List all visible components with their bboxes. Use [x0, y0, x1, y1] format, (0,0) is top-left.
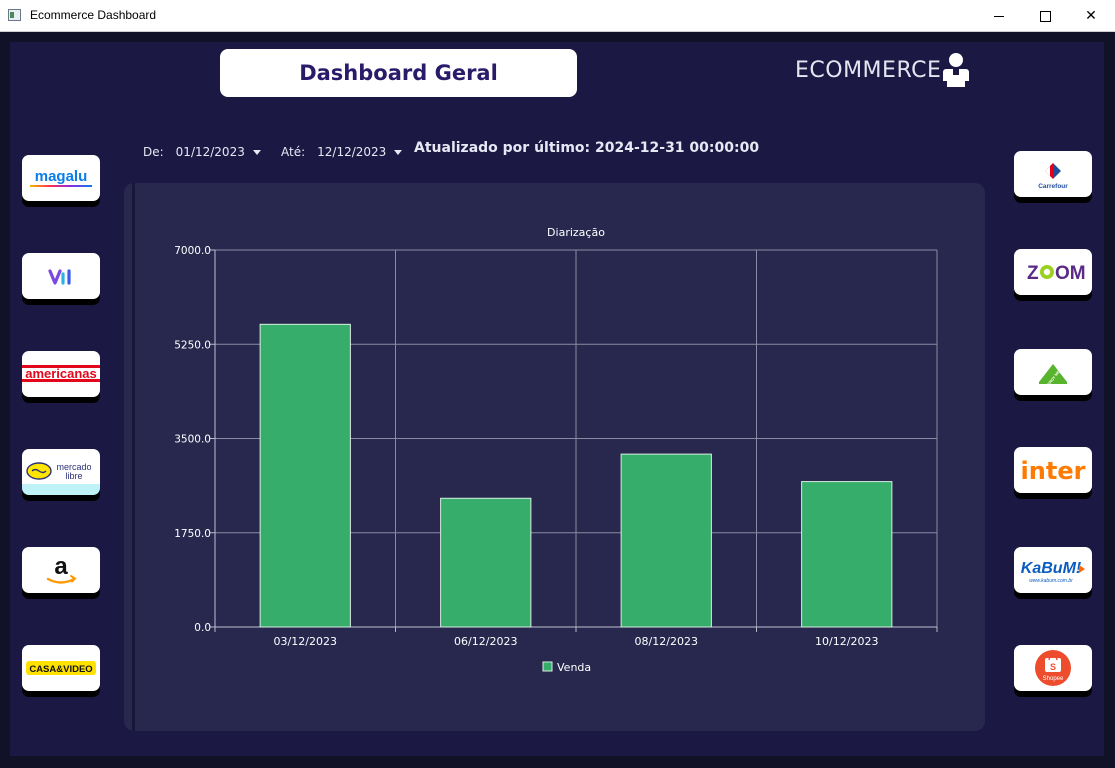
mercado-libre-logo: mercado libre: [26, 462, 92, 481]
x-tick-label: 06/12/2023: [454, 635, 517, 648]
bar: [259, 323, 351, 628]
y-tick-label: 5250.0: [174, 339, 211, 351]
store-button-americanas[interactable]: americanas: [22, 351, 100, 397]
date-from-label: De:: [143, 145, 164, 159]
minimize-button[interactable]: [976, 0, 1022, 32]
bar: [440, 497, 532, 628]
legend-label: Venda: [557, 661, 591, 674]
leroy-merlin-logo: LEROY MERLIN: [1039, 363, 1067, 388]
date-from-value[interactable]: 01/12/2023: [176, 145, 245, 159]
svg-text:magalu: magalu: [35, 168, 88, 185]
close-icon: ✕: [1085, 8, 1097, 24]
inter-logo: inter: [1021, 457, 1086, 485]
date-to-label: Até:: [281, 145, 306, 159]
store-button-inter[interactable]: inter: [1014, 447, 1092, 493]
kabum-logo: KaBuM! www.kabum.com.br: [1021, 560, 1085, 584]
x-tick-label: 10/12/2023: [815, 635, 878, 648]
store-button-zoom[interactable]: Z OM: [1014, 249, 1092, 295]
page-title: Dashboard Geral: [220, 49, 577, 97]
chart-title: Diarização: [547, 226, 605, 239]
y-tick-label: 7000.0: [174, 245, 211, 257]
shopee-logo: S Shopee: [1035, 650, 1071, 686]
svg-text:Z: Z: [1027, 263, 1039, 284]
svg-text:a: a: [54, 553, 68, 580]
store-button-shopee[interactable]: S Shopee: [1014, 645, 1092, 691]
americanas-logo: americanas: [22, 365, 100, 382]
y-tick-label: 0.0: [194, 622, 211, 634]
chart-card: Diarização 0.0 1750.0 3500.0 5250.0 7000.0 03/…: [124, 183, 985, 731]
magalu-logo: magalu: [30, 168, 92, 187]
store-button-vi[interactable]: [22, 253, 100, 299]
store-button-kabum[interactable]: KaBuM! www.kabum.com.br: [1014, 547, 1092, 593]
window-titlebar: Ecommerce Dashboard ✕: [0, 0, 1115, 32]
chevron-down-icon[interactable]: [394, 149, 403, 155]
date-to-picker[interactable]: Até: 12/12/2023: [281, 145, 403, 159]
svg-text:www.kabum.com.br: www.kabum.com.br: [1029, 578, 1073, 584]
store-button-casa-video[interactable]: CASA&VIDEO: [22, 645, 100, 691]
window-title: Ecommerce Dashboard: [30, 8, 157, 22]
brand-label: ECOMMERCE: [795, 58, 942, 83]
bar: [801, 481, 893, 628]
svg-text:libre: libre: [65, 471, 82, 481]
maximize-icon: [1039, 10, 1051, 22]
date-from-picker[interactable]: De: 01/12/2023: [143, 145, 261, 159]
store-button-carrefour[interactable]: Carrefour: [1014, 151, 1092, 197]
close-button[interactable]: ✕: [1068, 0, 1114, 32]
chevron-down-icon[interactable]: [252, 149, 261, 155]
svg-text:OM: OM: [1055, 263, 1086, 284]
bar: [620, 453, 712, 628]
date-to-value[interactable]: 12/12/2023: [317, 145, 386, 159]
store-button-amazon[interactable]: a: [22, 547, 100, 593]
y-tick-label: 1750.0: [174, 528, 211, 540]
svg-text:KaBuM!: KaBuM!: [1021, 560, 1082, 577]
legend-swatch: [542, 661, 553, 672]
app-icon: [8, 9, 21, 21]
svg-text:Shopee: Shopee: [1043, 676, 1064, 682]
svg-text:S: S: [1050, 662, 1056, 672]
amazon-logo: a: [46, 553, 77, 584]
svg-text:Carrefour: Carrefour: [1038, 183, 1068, 190]
minimize-icon: [994, 15, 1004, 17]
x-tick-label: 08/12/2023: [635, 635, 698, 648]
y-tick-label: 3500.0: [174, 434, 211, 446]
store-button-mercado-libre[interactable]: mercado libre: [22, 449, 100, 495]
vi-logo: [48, 269, 71, 285]
casa-video-logo: CASA&VIDEO: [26, 661, 96, 675]
store-button-magalu[interactable]: magalu: [22, 155, 100, 201]
carrefour-logo: Carrefour: [1038, 163, 1068, 190]
maximize-button[interactable]: [1022, 0, 1068, 32]
zoom-logo: Z OM: [1027, 263, 1086, 284]
svg-text:inter: inter: [1021, 457, 1086, 485]
x-tick-label: 03/12/2023: [274, 635, 337, 648]
user-icon[interactable]: [941, 52, 971, 88]
sales-bar-chart: Diarização 0.0 1750.0 3500.0 5250.0 7000.0 03/…: [174, 226, 938, 674]
last-updated-text: Atualizado por último: 2024-12-31 00:00:…: [414, 140, 760, 156]
svg-text:CASA&VIDEO: CASA&VIDEO: [29, 664, 92, 675]
svg-text:americanas: americanas: [25, 366, 97, 381]
store-button-leroy-merlin[interactable]: LEROY MERLIN: [1014, 349, 1092, 395]
